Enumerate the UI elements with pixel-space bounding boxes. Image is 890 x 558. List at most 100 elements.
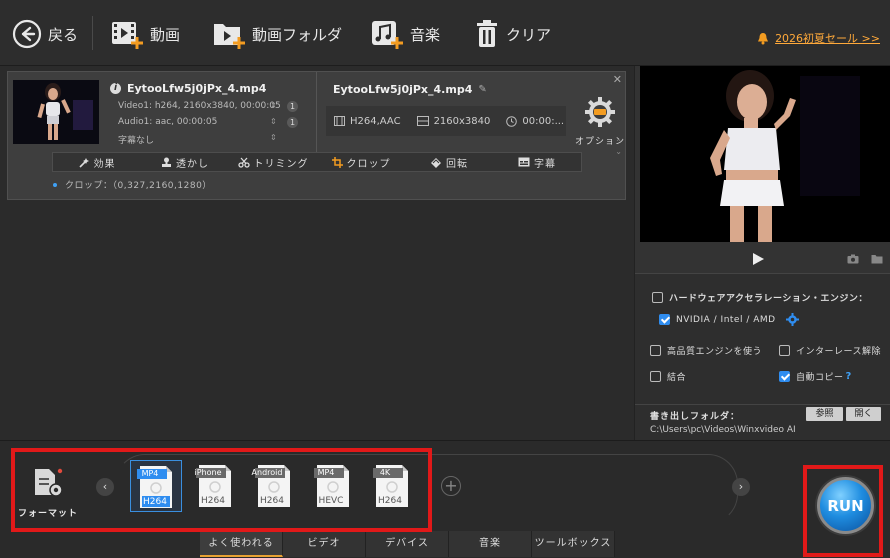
video-thumbnail[interactable]: [13, 80, 99, 144]
output-specs: H264,AAC 2160x3840 00:00:...: [326, 106, 566, 136]
audio-track-text: Audio1: aac, 00:00:05: [118, 117, 218, 127]
subtitle-button[interactable]: 字幕: [493, 155, 581, 170]
conversion-settings: ハードウェアアクセラレーション・エンジン： NVIDIA / Intel / A…: [635, 274, 890, 404]
video-track-spinner-icon[interactable]: ⇕: [270, 101, 277, 110]
gpu-settings-gear-icon[interactable]: [785, 313, 799, 326]
trim-button[interactable]: トリミング: [229, 155, 317, 170]
format-tile-container-label: MP4: [141, 469, 159, 478]
watermark-label: 透かし: [176, 158, 209, 170]
auto-copy-label: 自動コピー: [796, 373, 844, 383]
audio-track-spinner-icon[interactable]: ⇕: [270, 117, 277, 126]
hq-engine-option[interactable]: 高品質エンジンを使う: [650, 344, 762, 357]
auto-copy-checkbox[interactable]: [779, 371, 790, 382]
add-video-button[interactable]: 動画: [110, 16, 180, 52]
watermark-button[interactable]: 透かし: [141, 155, 229, 170]
merge-option[interactable]: 結合: [650, 370, 686, 383]
format-tile-container-label: MP4: [317, 468, 335, 477]
pencil-icon[interactable]: ✎: [478, 84, 486, 95]
browse-button[interactable]: 参照: [806, 407, 843, 421]
auto-copy-option[interactable]: 自動コピー ?: [779, 370, 852, 383]
rotate-label: 回転: [446, 158, 468, 170]
format-tile-codec-label: H264: [378, 496, 402, 506]
open-folder-icon[interactable]: [871, 254, 883, 264]
audio-track-row[interactable]: Audio1: aac, 00:00:05 ⇕ 1: [110, 117, 310, 128]
merge-checkbox[interactable]: [650, 371, 661, 382]
format-prev-arrow-icon[interactable]: ‹: [96, 478, 114, 496]
format-tile-container-label: Android: [251, 468, 283, 477]
source-file-name: EytooLfw5j0jPx_4.mp4: [127, 82, 267, 95]
format-tile[interactable]: iPhone H264: [189, 460, 241, 512]
subtitle-track-row[interactable]: 字幕なし ⇕: [110, 133, 310, 146]
format-next-arrow-icon[interactable]: ›: [732, 478, 750, 496]
file-list-area: i EytooLfw5j0jPx_4.mp4 Video1: h264, 216…: [0, 66, 634, 440]
film-icon: [334, 116, 345, 126]
run-button[interactable]: RUN: [817, 477, 874, 534]
top-toolbar: 戻る 動画 動画フォルダ 音楽 クリア 2026初夏セール >>: [0, 0, 890, 66]
format-tile[interactable]: 4K H264: [366, 460, 418, 512]
output-resolution: 2160x3840: [433, 115, 491, 127]
close-icon[interactable]: ✕: [613, 73, 622, 86]
format-tile[interactable]: Android H264: [248, 460, 300, 512]
format-tile-codec-label: H264: [143, 497, 167, 507]
deinterlace-option[interactable]: インターレース解除: [779, 344, 881, 357]
expand-chevron-icon[interactable]: ⌃ ⌄: [615, 138, 622, 156]
promo-label: 2026初夏セール >>: [775, 32, 880, 45]
music-note-icon: [372, 21, 403, 49]
format-button[interactable]: フォーマット: [15, 467, 81, 519]
deinterlace-checkbox[interactable]: [779, 345, 790, 356]
format-tab[interactable]: デバイス: [366, 531, 449, 557]
info-icon[interactable]: i: [110, 83, 121, 94]
add-music-button[interactable]: 音楽: [370, 16, 440, 52]
format-tile-container-label: 4K: [379, 468, 391, 477]
format-bar: フォーマット ‹ MP4 H264 iPhone H264 Android H264 MP4…: [0, 440, 890, 558]
play-icon[interactable]: [752, 252, 765, 266]
format-settings-icon: [35, 468, 63, 497]
crop-button[interactable]: クロップ: [317, 155, 405, 170]
format-tab[interactable]: ビデオ: [283, 531, 366, 557]
subtitle-track-spinner-icon[interactable]: ⇕: [270, 133, 277, 142]
format-tile-codec-label: HEVC: [318, 496, 344, 506]
back-button[interactable]: 戻る: [12, 16, 78, 52]
snapshot-camera-icon[interactable]: [847, 254, 859, 264]
add-format-icon[interactable]: +: [441, 476, 461, 496]
hw-accel-option[interactable]: ハードウェアアクセラレーション・エンジン：: [652, 291, 868, 304]
output-folder-section: 書き出しフォルダ： C:\Users\pc\Videos\Winxvideo A…: [635, 404, 890, 440]
player-controls: [635, 246, 890, 270]
output-codec: H264,AAC: [350, 115, 401, 127]
format-tile[interactable]: MP4 HEVC: [307, 460, 359, 512]
thumbnail-image: [13, 80, 99, 144]
hq-engine-checkbox[interactable]: [650, 345, 661, 356]
format-tab[interactable]: ツールボックス: [532, 531, 615, 557]
hw-accel-checkbox[interactable]: [652, 292, 663, 303]
format-category-tabs: よく使われる ビデオ デバイス 音楽 ツールボックス: [200, 531, 615, 557]
clear-button[interactable]: クリア: [474, 16, 551, 52]
rotate-button[interactable]: 回転: [405, 155, 493, 170]
format-tab[interactable]: よく使われる: [200, 531, 283, 557]
output-name-row[interactable]: EytooLfw5j0jPx_4.mp4 ✎: [333, 83, 487, 96]
edit-toolbar: 効果 透かし トリミング クロップ 回転 字幕: [52, 152, 582, 172]
effect-button[interactable]: 効果: [53, 155, 141, 170]
clock-icon: [506, 115, 518, 127]
video-preview[interactable]: [640, 66, 890, 242]
help-icon[interactable]: ?: [846, 371, 852, 382]
crop-label: クロップ: [346, 158, 391, 170]
video-track-row[interactable]: Video1: h264, 2160x3840, 00:00:05 ⇕ 1: [110, 101, 310, 112]
output-duration: 00:00:...: [522, 115, 565, 127]
effect-label: 効果: [93, 158, 116, 170]
format-tile-container-label: iPhone: [194, 468, 222, 477]
deinterlace-label: インターレース解除: [796, 347, 882, 357]
rotate-icon: [431, 157, 441, 168]
clear-label: クリア: [506, 25, 552, 44]
promo-link[interactable]: 2026初夏セール >>: [757, 30, 880, 46]
format-label: フォーマット: [17, 509, 78, 519]
add-video-folder-button[interactable]: 動画フォルダ: [212, 16, 342, 52]
format-tab[interactable]: 音楽: [449, 531, 532, 557]
open-folder-button[interactable]: 開く: [846, 407, 881, 421]
back-label: 戻る: [48, 25, 79, 44]
hw-vendor-checkbox[interactable]: [659, 314, 670, 325]
format-tile[interactable]: MP4 H264: [130, 460, 182, 512]
back-arrow-icon: [12, 19, 42, 49]
video-film-icon: [112, 22, 143, 49]
file-card[interactable]: i EytooLfw5j0jPx_4.mp4 Video1: h264, 216…: [7, 71, 626, 200]
hw-vendor-option[interactable]: NVIDIA / Intel / AMD: [659, 313, 799, 326]
